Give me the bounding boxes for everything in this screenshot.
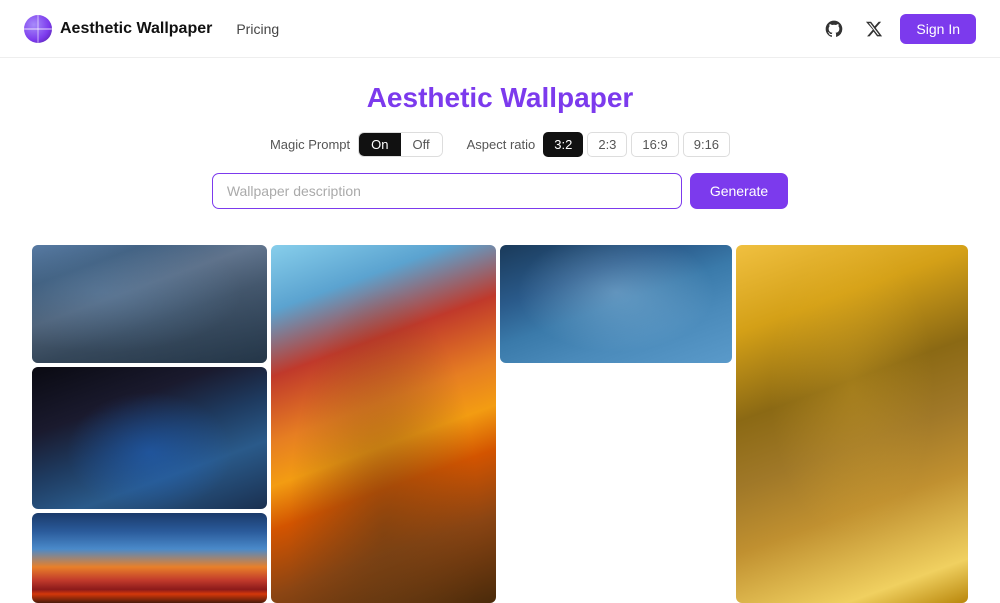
aspect-ratio-label: Aspect ratio — [467, 137, 536, 152]
toggle-on-button[interactable]: On — [359, 133, 400, 156]
aspect-ratio-group: Aspect ratio 3:2 2:3 16:9 9:16 — [467, 132, 730, 157]
sign-in-button[interactable]: Sign In — [900, 14, 976, 44]
header-right: Sign In — [820, 14, 976, 44]
github-link[interactable] — [820, 15, 848, 43]
toggle-off-button[interactable]: Off — [401, 133, 442, 156]
generate-button[interactable]: Generate — [690, 173, 788, 209]
twitter-icon — [865, 20, 883, 38]
ratio-3-2[interactable]: 3:2 — [543, 132, 583, 157]
header: Aesthetic Wallpaper Pricing Sign In — [0, 0, 1000, 58]
magic-prompt-label: Magic Prompt — [270, 137, 350, 152]
gallery-item-4[interactable] — [271, 245, 496, 603]
nav-pricing[interactable]: Pricing — [236, 21, 279, 37]
ratio-buttons: 3:2 2:3 16:9 9:16 — [543, 132, 730, 157]
ratio-16-9[interactable]: 16:9 — [631, 132, 678, 157]
header-left: Aesthetic Wallpaper Pricing — [24, 15, 279, 43]
twitter-link[interactable] — [860, 15, 888, 43]
search-bar: Generate — [16, 173, 984, 209]
gallery-item-3[interactable] — [32, 513, 267, 603]
gallery-item-7[interactable] — [736, 245, 968, 603]
hero-section: Aesthetic Wallpaper Magic Prompt On Off … — [0, 58, 1000, 245]
logo-globe-icon — [24, 15, 52, 43]
search-input[interactable] — [212, 173, 682, 209]
controls-bar: Magic Prompt On Off Aspect ratio 3:2 2:3… — [16, 132, 984, 157]
ratio-9-16[interactable]: 9:16 — [683, 132, 730, 157]
logo-title: Aesthetic Wallpaper — [60, 20, 212, 38]
magic-prompt-group: Magic Prompt On Off — [270, 132, 443, 157]
gallery — [0, 245, 1000, 603]
gallery-item-6[interactable] — [500, 367, 732, 603]
ratio-2-3[interactable]: 2:3 — [587, 132, 627, 157]
gallery-item-2[interactable] — [32, 367, 267, 509]
magic-prompt-toggle[interactable]: On Off — [358, 132, 442, 157]
gallery-item-1[interactable] — [32, 245, 267, 363]
hero-title: Aesthetic Wallpaper — [16, 82, 984, 114]
github-icon — [824, 19, 844, 39]
gallery-item-5[interactable] — [500, 245, 732, 363]
logo-area: Aesthetic Wallpaper — [24, 15, 212, 43]
